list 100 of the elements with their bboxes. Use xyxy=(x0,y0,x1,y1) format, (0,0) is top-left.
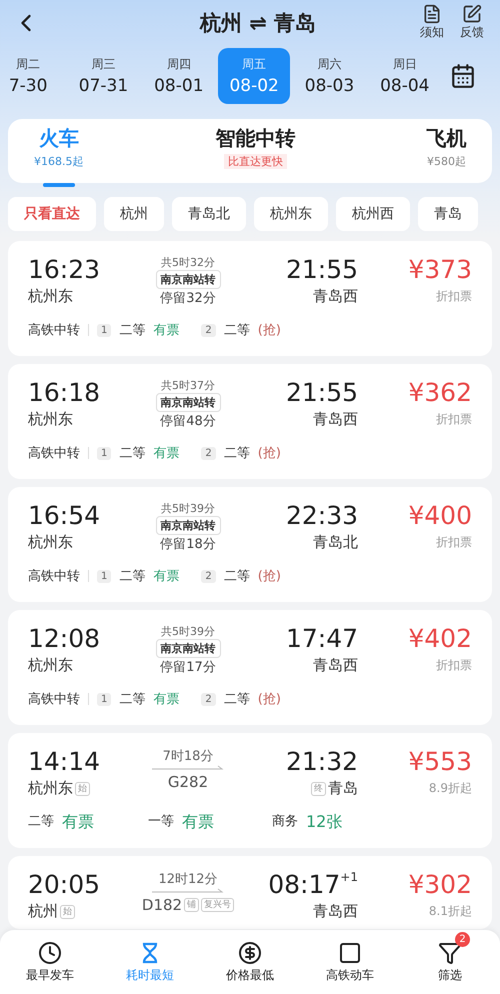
leg-number: 2 xyxy=(201,692,216,706)
filter-chip[interactable]: 杭州西 xyxy=(336,197,410,231)
arrive-time: 22:33 xyxy=(286,501,358,531)
depart-time: 16:54 xyxy=(28,501,100,531)
filter-icon xyxy=(438,940,462,964)
filter-chip[interactable]: 只看直达 xyxy=(8,197,96,231)
to-station: 青岛西 xyxy=(313,287,358,306)
ticket-status: 有票 xyxy=(153,568,180,585)
route-line xyxy=(152,765,224,771)
sort-tab[interactable]: 最早发车 xyxy=(10,930,90,994)
arrive-time: 17:47 xyxy=(286,624,358,654)
duration: 7时18分 xyxy=(162,748,214,765)
count-badge: 2 xyxy=(455,932,470,947)
filter-chip[interactable]: 青岛 xyxy=(418,197,478,231)
to-station: 青岛西 xyxy=(313,902,358,921)
seat-class: 二等 xyxy=(28,813,54,831)
train-card[interactable]: 12:08 杭州东 共5时39分 南京南站转 停留17分 17:47 青岛西 ¥402 折扣票 高铁中转 1 二等 有票 2 二等 (抢) xyxy=(8,610,492,725)
date-tab[interactable]: 周四 08-01 xyxy=(142,48,215,104)
feedback-button[interactable]: 反馈 xyxy=(456,4,488,41)
ticket-status: 有票 xyxy=(182,812,214,833)
date-tab[interactable]: 周六 08-03 xyxy=(293,48,366,104)
from-station: 杭州东 xyxy=(28,656,73,675)
origin-tag: 始 xyxy=(75,782,90,796)
origin-tag: 始 xyxy=(60,904,75,918)
leg-number: 1 xyxy=(97,692,112,706)
seat-class: 二等 xyxy=(119,568,146,585)
train-number: D182 xyxy=(142,896,182,914)
seat-class: 二等 xyxy=(119,445,146,462)
seat-class: 一等 xyxy=(148,813,174,831)
arrive-time: 21:32 xyxy=(286,747,358,777)
depart-time: 20:05 xyxy=(28,870,100,900)
leg-number: 2 xyxy=(201,446,216,460)
leg-number: 2 xyxy=(201,570,216,582)
depart-time: 16:18 xyxy=(28,378,100,408)
ticket-status: 有票 xyxy=(153,322,180,339)
from-station: 杭州东 xyxy=(28,533,73,552)
date-tab[interactable]: 周日 08-04 xyxy=(368,48,441,104)
filter-chip[interactable]: 杭州东 xyxy=(254,197,328,231)
depart-time: 16:23 xyxy=(28,255,100,285)
train-card[interactable]: 16:23 杭州东 共5时32分 南京南站转 停留32分 21:55 青岛西 ¥373 折扣票 高铁中转 1 二等 有票 2 二等 (抢) xyxy=(8,241,492,356)
arrive-time: 08:17 xyxy=(268,870,340,900)
next-day-mark: +1 xyxy=(340,870,358,886)
mode-tab[interactable]: 智能中转 比直达更快 xyxy=(209,119,302,183)
to-station: 青岛西 xyxy=(313,410,358,429)
price: ¥553 xyxy=(408,747,472,776)
depart-time: 14:14 xyxy=(28,747,100,777)
train-card[interactable]: 16:18 杭州东 共5时37分 南京南站转 停留48分 21:55 青岛西 ¥362 折扣票 高铁中转 1 二等 有票 2 二等 (抢) xyxy=(8,364,492,479)
train-card[interactable]: 16:54 杭州东 共5时39分 南京南站转 停留18分 22:33 青岛北 ¥400 折扣票 高铁中转 1 二等 有票 2 二等 (抢) xyxy=(8,487,492,602)
mode-tab[interactable]: 飞机 ¥580起 xyxy=(417,119,476,183)
total-duration: 共5时39分 xyxy=(161,624,215,639)
mode-subtitle: ¥168.5起 xyxy=(33,154,84,169)
duration: 12时12分 xyxy=(158,871,218,888)
price-note: 8.1折起 xyxy=(428,903,472,920)
stay-time: 停留17分 xyxy=(160,659,216,676)
ticket-status: (抢) xyxy=(258,691,281,708)
leg-number: 1 xyxy=(97,324,112,336)
from-station: 杭州东 xyxy=(28,410,73,429)
ticket-status: 有票 xyxy=(153,445,180,462)
notice-button[interactable]: 须知 xyxy=(416,4,448,41)
depart-time: 12:08 xyxy=(28,624,100,654)
from-station: 杭州 xyxy=(28,902,58,921)
train-tag: 铺 xyxy=(184,898,200,912)
to-station: 青岛北 xyxy=(313,533,358,552)
price-note: 折扣票 xyxy=(436,657,472,674)
date-tab[interactable]: 周三 07-31 xyxy=(67,48,140,104)
seat-class: 二等 xyxy=(119,322,146,339)
price: ¥302 xyxy=(408,870,472,899)
mode-subtitle: ¥580起 xyxy=(426,154,467,169)
transfer-tag: 南京南站转 xyxy=(156,393,220,412)
arrive-time: 21:55 xyxy=(286,255,358,285)
filter-chip[interactable]: 杭州 xyxy=(104,197,164,231)
stay-time: 停留48分 xyxy=(160,413,216,430)
total-duration: 共5时39分 xyxy=(161,501,215,516)
seat-class: 二等 xyxy=(224,322,250,339)
ticket-status: 有票 xyxy=(62,812,94,833)
stay-time: 停留18分 xyxy=(160,536,216,553)
seat-class: 二等 xyxy=(119,691,146,708)
filter-chip[interactable]: 青岛北 xyxy=(172,197,246,231)
train-card[interactable]: 14:14 杭州东 始 7时18分 G282 21:32 终 青岛 ¥553 8.9折起 二等 有票 一等 有票 商务 12张 xyxy=(8,733,492,848)
total-duration: 共5时32分 xyxy=(161,255,215,270)
price-note: 折扣票 xyxy=(436,411,472,428)
train-type: 高铁中转 xyxy=(28,322,80,339)
price: ¥402 xyxy=(408,624,472,653)
sort-tab[interactable]: 价格最低 xyxy=(210,930,290,994)
ticket-status: 12张 xyxy=(306,812,342,833)
sort-tab[interactable]: 筛选 2 xyxy=(410,930,490,994)
sort-tab[interactable]: 高铁动车 xyxy=(310,930,390,994)
from-station: 杭州东 xyxy=(28,287,73,306)
route-line xyxy=(152,888,224,894)
to-station: 青岛 xyxy=(328,779,358,798)
ticket-status: (抢) xyxy=(258,445,281,462)
leg-number: 1 xyxy=(97,446,112,460)
train-type: 高铁中转 xyxy=(28,568,80,585)
price: ¥373 xyxy=(408,255,472,284)
date-tab[interactable]: 周二 7-30 xyxy=(0,48,64,104)
price-note: 折扣票 xyxy=(436,288,472,305)
ticket-status: (抢) xyxy=(258,568,281,585)
leg-number: 1 xyxy=(97,570,112,582)
leg-number: 2 xyxy=(201,324,216,336)
seat-class: 二等 xyxy=(224,691,250,708)
